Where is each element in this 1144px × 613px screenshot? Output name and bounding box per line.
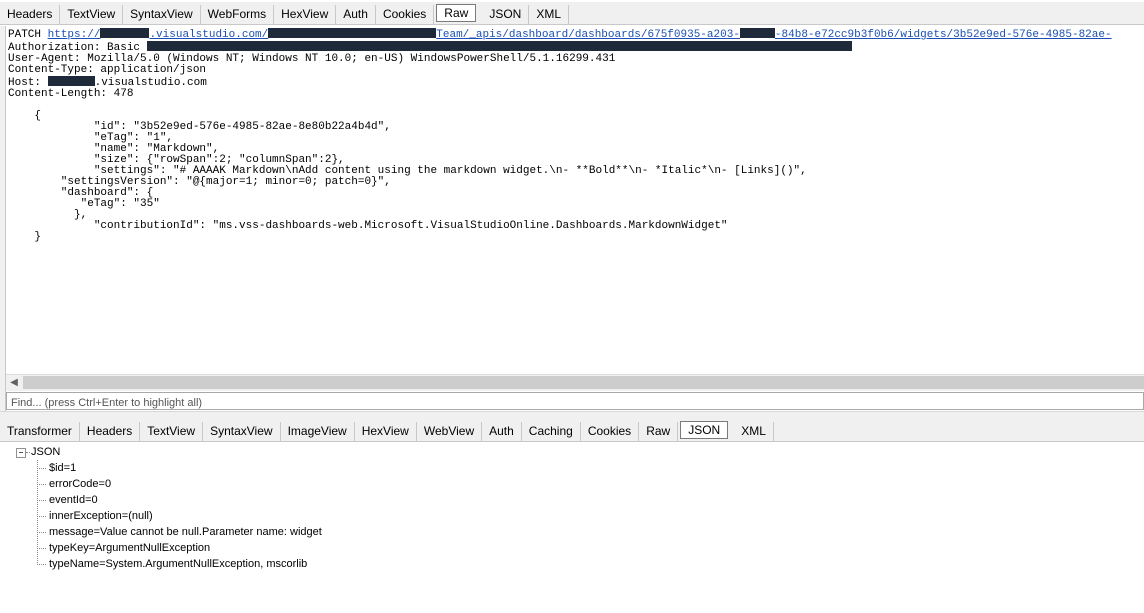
tab-headers[interactable]: Headers [0, 5, 61, 24]
content-length-header: Content-Length: 478 [8, 88, 134, 100]
http-method: PATCH [8, 29, 42, 41]
scroll-left-arrow-icon[interactable]: ◀ [6, 375, 22, 391]
tree-connector [37, 460, 38, 565]
raw-request-text: PATCH https://.visualstudio.com/Team/_ap… [6, 26, 1144, 243]
tree-node[interactable]: eventId=0 [49, 492, 98, 508]
redacted-block [146, 41, 852, 51]
tab-hexview[interactable]: HexView [274, 5, 337, 24]
tab-hexview[interactable]: HexView [355, 422, 417, 441]
tree-connector [37, 564, 46, 565]
redacted-block [268, 28, 437, 38]
tab-syntaxview[interactable]: SyntaxView [123, 5, 201, 24]
tree-node[interactable]: message=Value cannot be null.Parameter n… [49, 524, 322, 540]
horizontal-scrollbar[interactable]: ◀ [6, 374, 1144, 391]
tab-cookies[interactable]: Cookies [376, 5, 435, 24]
tab-webview[interactable]: WebView [417, 422, 483, 441]
tree-connector [37, 532, 46, 533]
tree-connector [37, 548, 46, 549]
tree-connector [37, 468, 46, 469]
scrollbar-thumb[interactable] [23, 376, 1144, 389]
tab-xml[interactable]: XML [529, 5, 570, 24]
tree-root-json[interactable]: JSON [31, 444, 60, 460]
tab-raw[interactable]: Raw [436, 4, 477, 22]
tree-connector [37, 500, 46, 501]
request-body: { "id": "3b52e9ed-576e-4985-82ae-8e80b22… [34, 110, 807, 243]
tab-webforms[interactable]: WebForms [201, 5, 275, 24]
response-inspector-tabs: Transformer Headers TextView SyntaxView … [0, 419, 1144, 442]
content-type-header: Content-Type: application/json [8, 64, 207, 76]
tab-xml[interactable]: XML [734, 422, 774, 441]
tree-node[interactable]: typeKey=ArgumentNullException [49, 540, 210, 556]
tab-textview[interactable]: TextView [60, 5, 124, 24]
tab-syntaxview[interactable]: SyntaxView [203, 422, 281, 441]
tree-connector [26, 452, 30, 453]
tab-json[interactable]: JSON [680, 421, 729, 439]
tab-auth[interactable]: Auth [482, 422, 522, 441]
redacted-block [47, 76, 95, 86]
tab-json[interactable]: JSON [482, 5, 530, 24]
tree-connector [37, 516, 46, 517]
redacted-block [739, 28, 775, 38]
tree-node[interactable]: typeName=System.ArgumentNullException, m… [49, 556, 307, 572]
tab-textview[interactable]: TextView [140, 422, 204, 441]
tab-transformer[interactable]: Transformer [0, 422, 80, 441]
tree-node[interactable]: $id=1 [49, 460, 76, 476]
tab-raw[interactable]: Raw [639, 422, 679, 441]
find-bar [6, 392, 1144, 411]
redacted-block [100, 28, 150, 38]
tab-auth[interactable]: Auth [336, 5, 376, 24]
tab-caching[interactable]: Caching [522, 422, 581, 441]
find-input[interactable] [7, 395, 1144, 411]
tree-node[interactable]: errorCode=0 [49, 476, 111, 492]
collapse-toggle-icon[interactable]: − [16, 448, 26, 458]
tab-headers[interactable]: Headers [80, 422, 141, 441]
tree-node[interactable]: innerException=(null) [49, 508, 153, 524]
tree-connector [37, 484, 46, 485]
json-tree-view[interactable]: − JSON $id=1 errorCode=0 eventId=0 inner… [6, 444, 1144, 613]
tab-cookies[interactable]: Cookies [581, 422, 640, 441]
tab-imageview[interactable]: ImageView [281, 422, 355, 441]
request-url[interactable]: https://.visualstudio.com/Team/_apis/das… [48, 28, 1112, 41]
raw-request-panel[interactable]: PATCH https://.visualstudio.com/Team/_ap… [6, 26, 1144, 374]
request-inspector-tabs: Headers TextView SyntaxView WebForms Hex… [0, 2, 1144, 25]
